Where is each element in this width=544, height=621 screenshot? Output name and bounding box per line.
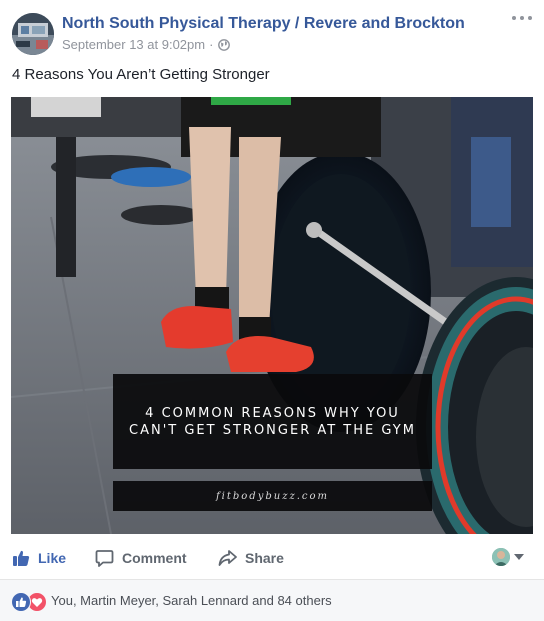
post-timestamp[interactable]: September 13 at 9:02pm xyxy=(62,37,205,52)
page-name-link[interactable]: North South Physical Therapy / Revere an… xyxy=(62,15,465,33)
meta-separator: · xyxy=(209,37,214,52)
image-caption-title: 4 COMMON REASONS WHY YOU CAN'T GET STRON… xyxy=(129,405,416,438)
comment-icon xyxy=(95,549,114,567)
post-actions: Like Comment Share xyxy=(0,540,544,576)
chevron-down-icon xyxy=(514,554,524,560)
user-avatar-small xyxy=(492,548,510,566)
image-caption-box: 4 COMMON REASONS WHY YOU CAN'T GET STRON… xyxy=(113,374,432,469)
like-button[interactable]: Like xyxy=(12,540,66,576)
thumbs-up-icon xyxy=(13,550,30,566)
comment-button[interactable]: Comment xyxy=(95,540,187,576)
post-message: 4 Reasons You Aren’t Getting Stronger xyxy=(12,66,270,83)
comment-label: Comment xyxy=(122,550,187,566)
facebook-post: North South Physical Therapy / Revere an… xyxy=(0,0,544,621)
post-image[interactable]: 4 COMMON REASONS WHY YOU CAN'T GET STRON… xyxy=(11,97,533,534)
post-header: North South Physical Therapy / Revere an… xyxy=(0,0,544,62)
more-options-icon[interactable] xyxy=(512,10,532,26)
share-button[interactable]: Share xyxy=(218,540,284,576)
like-reaction-icon xyxy=(11,591,31,612)
reaction-icons[interactable] xyxy=(11,591,51,612)
page-avatar[interactable] xyxy=(12,13,54,55)
like-label: Like xyxy=(38,550,67,566)
post-meta: September 13 at 9:02pm · xyxy=(62,37,231,52)
image-source-domain: fitbodybuzz.com xyxy=(215,490,330,502)
globe-icon[interactable] xyxy=(218,38,231,51)
reaction-summary-link[interactable]: You, Martin Meyer, Sarah Lennard and 84 … xyxy=(51,593,332,608)
image-caption-source: fitbodybuzz.com xyxy=(113,481,432,511)
share-label: Share xyxy=(245,550,284,566)
reactions-bar: You, Martin Meyer, Sarah Lennard and 84 … xyxy=(0,579,544,621)
share-arrow-icon xyxy=(218,550,237,566)
reaction-as-selector[interactable] xyxy=(492,548,524,566)
